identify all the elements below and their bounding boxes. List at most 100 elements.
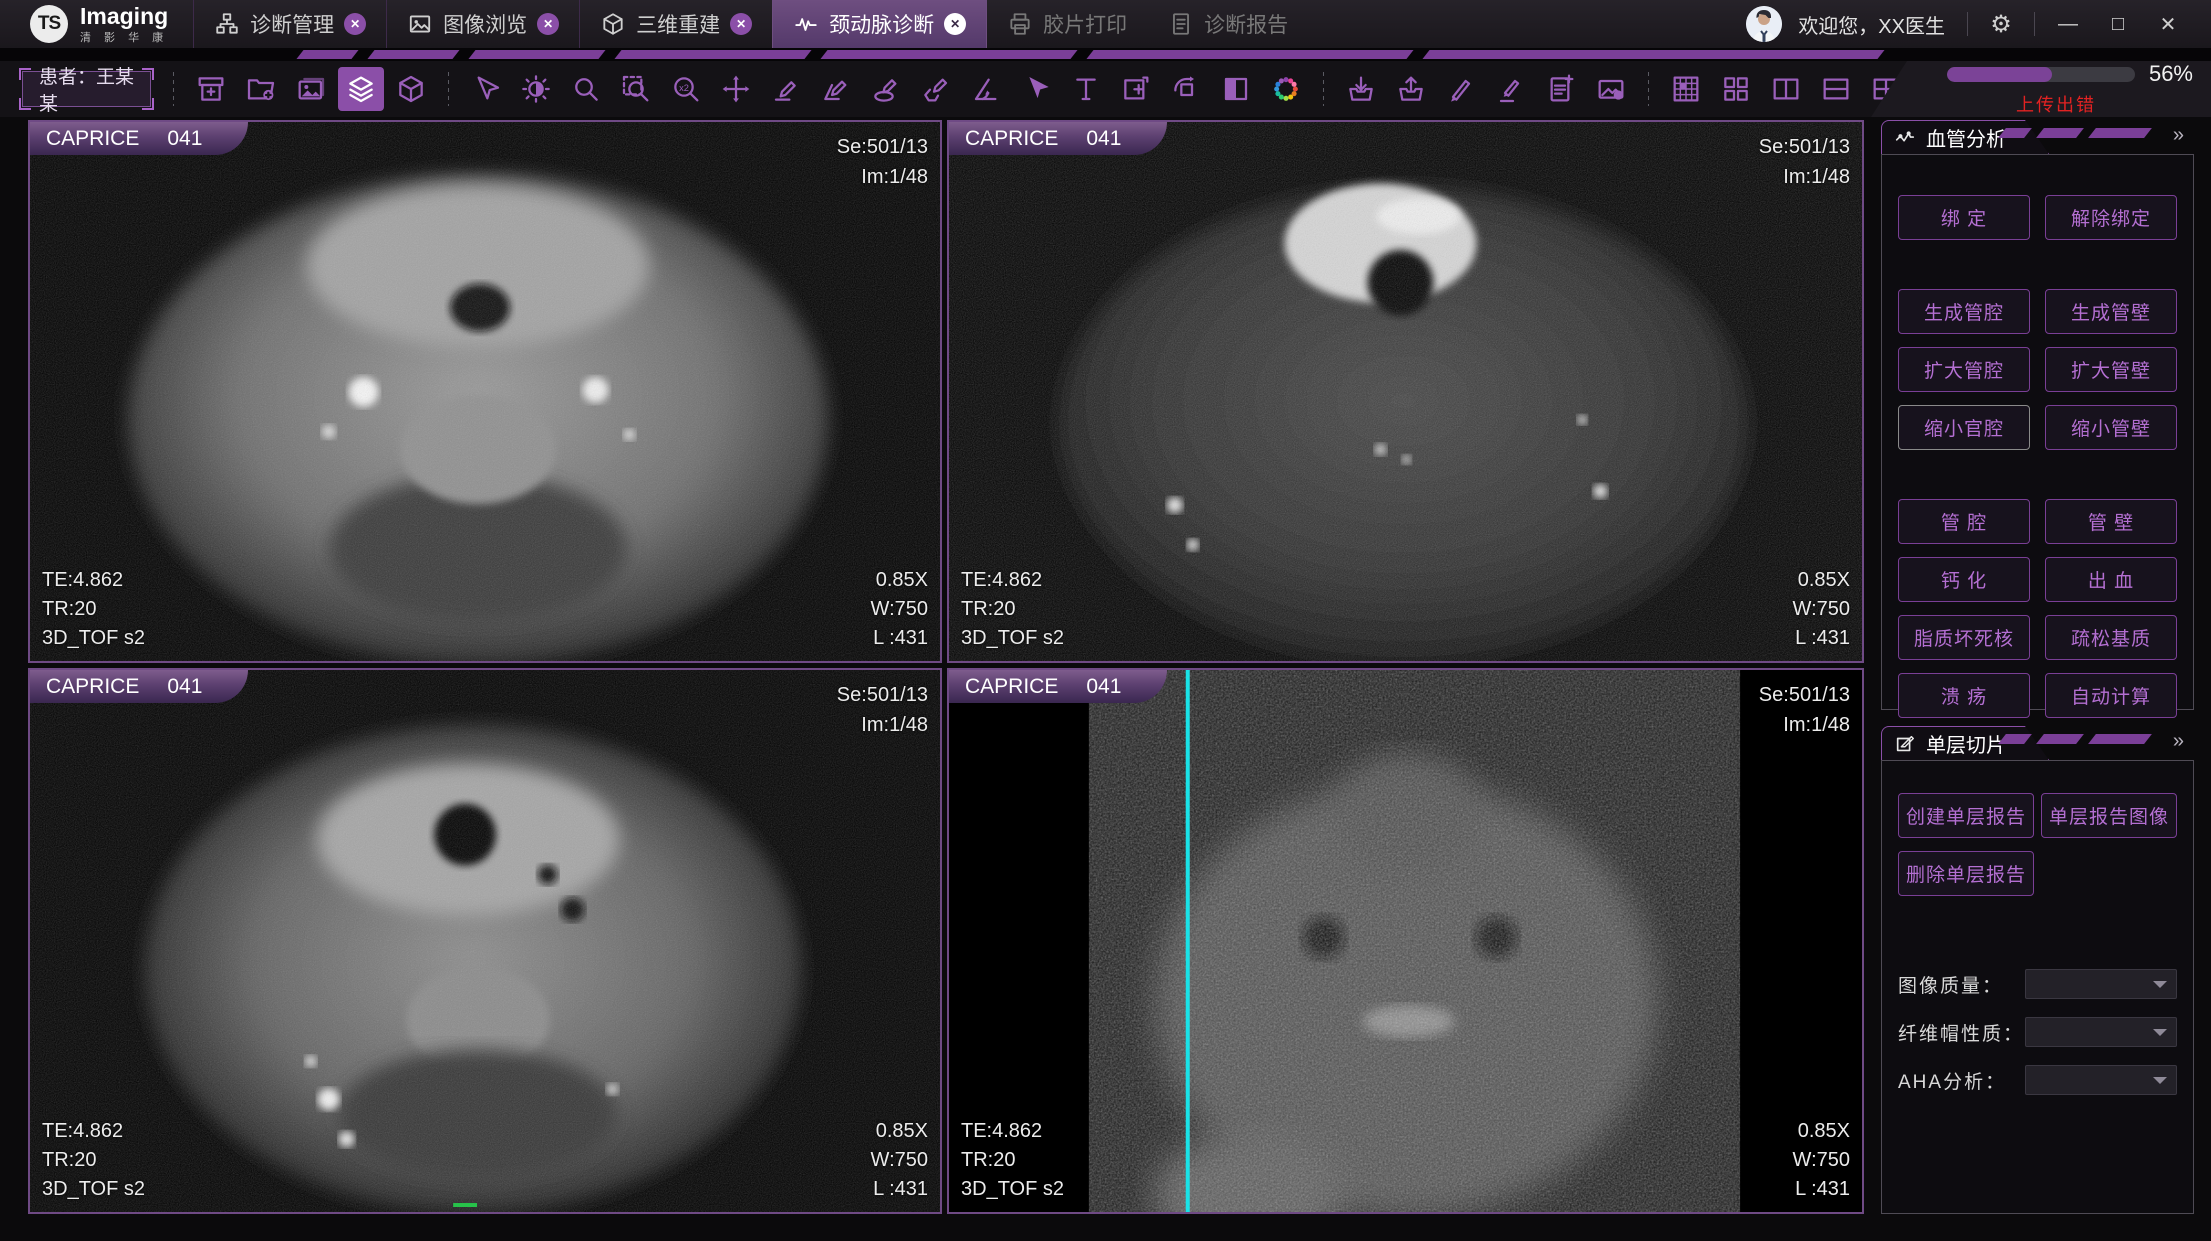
vessel-button[interactable]: 扩大管腔 bbox=[1898, 347, 2030, 392]
vessel-button[interactable]: 管 腔 bbox=[1898, 499, 2030, 544]
measure-ellipse-tool-button[interactable] bbox=[863, 67, 909, 111]
brush-underline-tool-button[interactable] bbox=[1488, 67, 1534, 111]
tab-1[interactable]: 诊断管理✕ bbox=[193, 0, 387, 48]
tab-2[interactable]: 图像浏览 ✕ bbox=[386, 0, 580, 48]
vessel-button[interactable]: 扩大管壁 bbox=[2045, 347, 2177, 392]
tab-label: 图像浏览 bbox=[443, 9, 527, 39]
decor-stripes bbox=[2002, 128, 2148, 138]
layers-tool-button[interactable] bbox=[338, 67, 384, 111]
field-label: AHA分析： bbox=[1898, 1067, 2025, 1094]
vessel-button[interactable]: 解除绑定 bbox=[2045, 195, 2177, 240]
layout-quad-tool-button[interactable] bbox=[1713, 67, 1759, 111]
viewport-3[interactable]: CAPRICE041 Se:501/13Im:1/48 TE:4.862TR:2… bbox=[28, 668, 942, 1214]
series-tag: CAPRICE041 bbox=[30, 122, 248, 155]
close-button[interactable]: ✕ bbox=[2151, 12, 2185, 37]
vessel-button[interactable]: 钙 化 bbox=[1898, 557, 2030, 602]
collapse-chevron-icon[interactable]: » bbox=[2173, 124, 2184, 147]
slice-report-button[interactable]: 创建单层报告 bbox=[1898, 793, 2034, 838]
tab-6[interactable]: 诊断报告 bbox=[1147, 0, 1309, 48]
field-label: 图像质量： bbox=[1898, 971, 2025, 998]
acquisition-info: TE:4.862TR:203D_TOF s2 bbox=[42, 566, 145, 653]
measure-polygon-tool-button[interactable] bbox=[913, 67, 959, 111]
vessel-button[interactable]: 溃 疡 bbox=[1898, 673, 2030, 718]
vessel-button[interactable]: 管 壁 bbox=[2045, 499, 2177, 544]
tab-close-icon[interactable]: ✕ bbox=[944, 13, 966, 35]
field-dropdown[interactable] bbox=[2025, 1065, 2177, 1095]
image-export-tool-button[interactable] bbox=[1588, 67, 1634, 111]
select-tool-button[interactable] bbox=[1013, 67, 1059, 111]
layout-grid-focus-tool-button[interactable] bbox=[1663, 67, 1709, 111]
viewport-1[interactable]: CAPRICE041 Se:501/13Im:1/48 TE:4.862TR:2… bbox=[28, 120, 942, 663]
vessel-button[interactable]: 自动计算 bbox=[2045, 673, 2177, 718]
slice-report-button[interactable]: 删除单层报告 bbox=[1898, 851, 2034, 896]
mri-axial-image-2 bbox=[949, 122, 1862, 661]
rotate-tool-button[interactable] bbox=[1163, 67, 1209, 111]
cube-3d-tool-button[interactable] bbox=[388, 67, 434, 111]
tab-5[interactable]: 胶片打印 bbox=[986, 0, 1148, 48]
measure-line-tool-button[interactable] bbox=[763, 67, 809, 111]
text-tool-button[interactable] bbox=[1063, 67, 1109, 111]
invert-tool-button[interactable] bbox=[1213, 67, 1259, 111]
vessel-button[interactable]: 绑 定 bbox=[1898, 195, 2030, 240]
display-info: 0.85XW:750L :431 bbox=[1793, 566, 1850, 653]
tab-3[interactable]: 三维重建✕ bbox=[579, 0, 773, 48]
brightness-contrast-tool-button[interactable] bbox=[513, 67, 559, 111]
vessel-button[interactable]: 缩小官腔 bbox=[1898, 405, 2030, 450]
user-avatar[interactable] bbox=[1746, 6, 1782, 42]
maximize-button[interactable]: □ bbox=[2101, 13, 2135, 36]
field-dropdown[interactable] bbox=[2025, 1017, 2177, 1047]
decor-stripes bbox=[2002, 734, 2148, 744]
report-add-tool-button[interactable] bbox=[1538, 67, 1584, 111]
settings-gear-icon[interactable]: ⚙ bbox=[1984, 10, 2018, 39]
zoom-tool-button[interactable] bbox=[563, 67, 609, 111]
mri-axial-image-3 bbox=[30, 670, 940, 1212]
layout-hsplit-tool-button[interactable] bbox=[1813, 67, 1859, 111]
color-palette-tool-button[interactable] bbox=[1263, 67, 1309, 111]
viewport-2[interactable]: CAPRICE041 Se:501/13Im:1/48 TE:4.862TR:2… bbox=[947, 120, 1864, 663]
layout-vsplit-tool-button[interactable] bbox=[1763, 67, 1809, 111]
decor-stripe bbox=[820, 50, 1077, 59]
angle-tool-button[interactable] bbox=[963, 67, 1009, 111]
series-tag: CAPRICE041 bbox=[949, 122, 1167, 155]
annotate-box-tool-button[interactable] bbox=[1113, 67, 1159, 111]
vessel-button[interactable]: 疏松基质 bbox=[2045, 615, 2177, 660]
download-tool-button[interactable] bbox=[1338, 67, 1384, 111]
vessel-button[interactable]: 脂质坏死核 bbox=[1898, 615, 2030, 660]
pulse-icon bbox=[793, 11, 819, 37]
slice-report-button[interactable]: 单层报告图像 bbox=[2041, 793, 2177, 838]
upload-error-text[interactable]: 上传出错 bbox=[2016, 91, 2096, 117]
report-icon bbox=[1168, 11, 1194, 37]
patient-selector[interactable]: 患者：王某某 bbox=[22, 71, 151, 107]
tab-close-icon[interactable]: ✕ bbox=[344, 13, 366, 35]
archive-plus-tool-button[interactable] bbox=[188, 67, 234, 111]
photos-tool-button[interactable] bbox=[288, 67, 334, 111]
vessel-button[interactable]: 生成管壁 bbox=[2045, 289, 2177, 334]
vessel-button[interactable]: 缩小管壁 bbox=[2045, 405, 2177, 450]
tab-label: 胶片打印 bbox=[1043, 9, 1127, 39]
divider bbox=[1967, 12, 1968, 36]
upload-tool-button[interactable] bbox=[1388, 67, 1434, 111]
folder-open-plus-tool-button[interactable] bbox=[238, 67, 284, 111]
minimize-button[interactable]: — bbox=[2051, 13, 2085, 36]
zoom-region-tool-button[interactable] bbox=[613, 67, 659, 111]
field-dropdown[interactable] bbox=[2025, 969, 2177, 999]
printer-icon bbox=[1007, 11, 1033, 37]
pan-tool-button[interactable] bbox=[713, 67, 759, 111]
pointer-tool-button[interactable] bbox=[463, 67, 509, 111]
viewport-4[interactable]: CAPRICE041 Se:501/13Im:1/48 TE:4.862TR:2… bbox=[947, 668, 1864, 1214]
measure-angle-tool-button[interactable] bbox=[813, 67, 859, 111]
zoom-2x-tool-button[interactable]: x2 bbox=[663, 67, 709, 111]
pulse-icon bbox=[1894, 127, 1916, 149]
tab-label: 诊断报告 bbox=[1204, 9, 1288, 39]
decor-stripe bbox=[1086, 50, 1413, 59]
toolbar-divider bbox=[1648, 72, 1649, 106]
collapse-chevron-icon[interactable]: » bbox=[2173, 730, 2184, 753]
tab-close-icon[interactable]: ✕ bbox=[537, 13, 559, 35]
brush-tool-button[interactable] bbox=[1438, 67, 1484, 111]
tab-close-icon[interactable]: ✕ bbox=[730, 13, 752, 35]
crosshair-line[interactable] bbox=[1186, 670, 1190, 1212]
vessel-button[interactable]: 生成管腔 bbox=[1898, 289, 2030, 334]
welcome-text: 欢迎您，XX医生 bbox=[1798, 10, 1945, 39]
vessel-button[interactable]: 出 血 bbox=[2045, 557, 2177, 602]
tab-4[interactable]: 颈动脉诊断✕ bbox=[772, 0, 987, 48]
